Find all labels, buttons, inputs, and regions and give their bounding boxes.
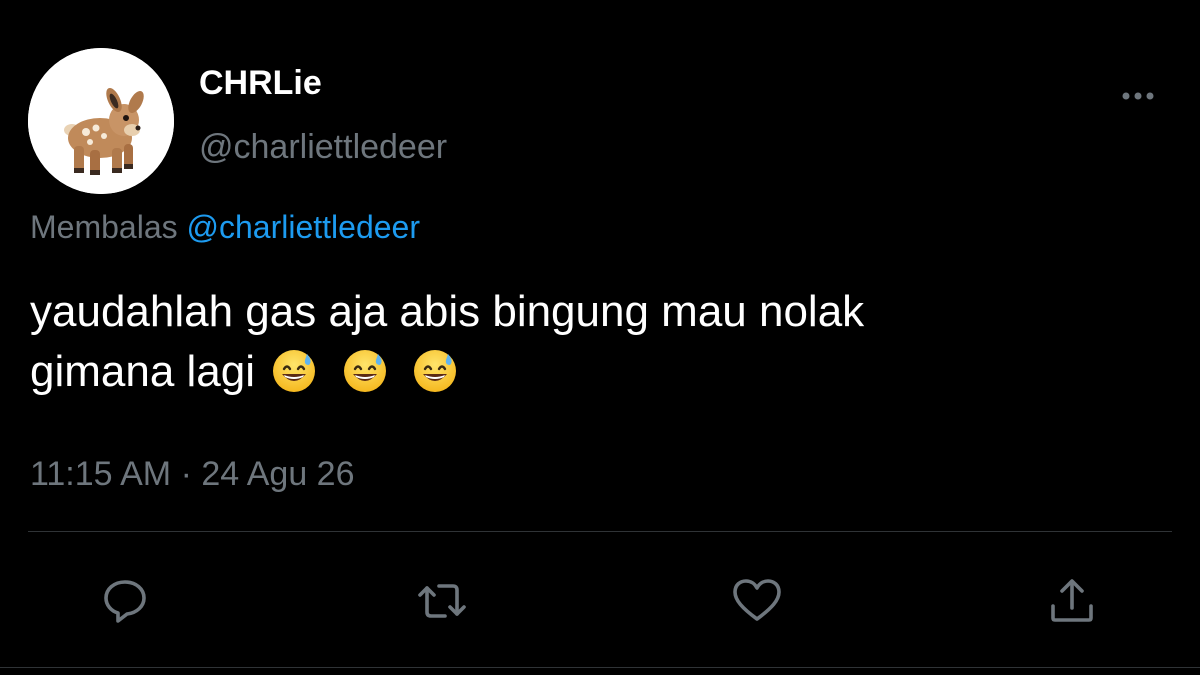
grinning-face-with-sweat-icon bbox=[273, 350, 316, 392]
divider bbox=[28, 531, 1172, 532]
emoji-group bbox=[271, 348, 469, 410]
share-button[interactable] bbox=[1045, 574, 1099, 628]
deer-plush-avatar-image bbox=[28, 48, 174, 194]
more-dots-icon bbox=[1122, 92, 1154, 100]
reply-button[interactable] bbox=[98, 574, 152, 628]
grinning-face-with-sweat-icon bbox=[343, 350, 386, 392]
like-button[interactable] bbox=[730, 574, 784, 628]
tweet-text-line-2-wrapper: gimana lagi bbox=[30, 342, 1150, 410]
avatar[interactable] bbox=[28, 48, 174, 194]
more-options-button[interactable] bbox=[1108, 80, 1168, 112]
tweet-timestamp[interactable]: 11:15 AM · 24 Agu 26 bbox=[30, 455, 355, 494]
author-display-name[interactable]: CHRLie bbox=[199, 64, 322, 103]
author-handle[interactable]: @charliettledeer bbox=[199, 128, 447, 167]
retweet-button[interactable] bbox=[415, 574, 469, 628]
tweet-text: yaudahlah gas aja abis bingung mau nolak… bbox=[30, 282, 1150, 410]
reply-prefix: Membalas bbox=[30, 209, 178, 245]
grinning-face-with-sweat-icon bbox=[413, 350, 456, 392]
reply-context: Membalas @charliettledeer bbox=[30, 209, 420, 246]
reply-icon bbox=[104, 580, 146, 623]
heart-icon bbox=[733, 579, 781, 621]
share-icon bbox=[1051, 579, 1093, 622]
reply-mention-link[interactable]: @charliettledeer bbox=[187, 209, 420, 245]
tweet-text-line-2: gimana lagi bbox=[30, 347, 256, 396]
bottom-divider bbox=[0, 667, 1200, 668]
retweet-icon bbox=[418, 584, 466, 618]
tweet-text-line-1: yaudahlah gas aja abis bingung mau nolak bbox=[30, 287, 865, 336]
